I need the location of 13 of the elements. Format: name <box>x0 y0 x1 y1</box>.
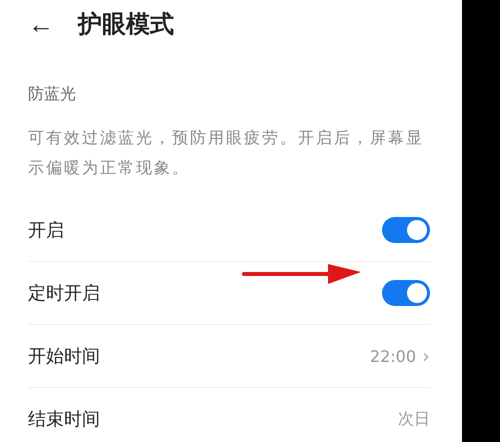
toggle-switch[interactable] <box>382 217 430 243</box>
back-button[interactable]: ← <box>28 11 54 37</box>
chevron-icon: › <box>422 344 430 368</box>
section-title: 防蓝光 <box>28 84 77 105</box>
setting-label: 开启 <box>28 219 64 242</box>
setting-value: 22:00 <box>370 346 416 366</box>
setting-label: 结束时间 <box>28 408 100 431</box>
toggle-switch[interactable] <box>382 280 430 306</box>
section-description: 可有效过滤蓝光，预防用眼疲劳。开启后，屏幕显示偏暖为正常现象。 <box>28 127 425 179</box>
setting-value: 次日 <box>398 408 430 430</box>
page-title: 护眼模式 <box>78 9 174 40</box>
setting-label: 开始时间 <box>28 345 100 368</box>
setting-label: 定时开启 <box>28 282 100 305</box>
